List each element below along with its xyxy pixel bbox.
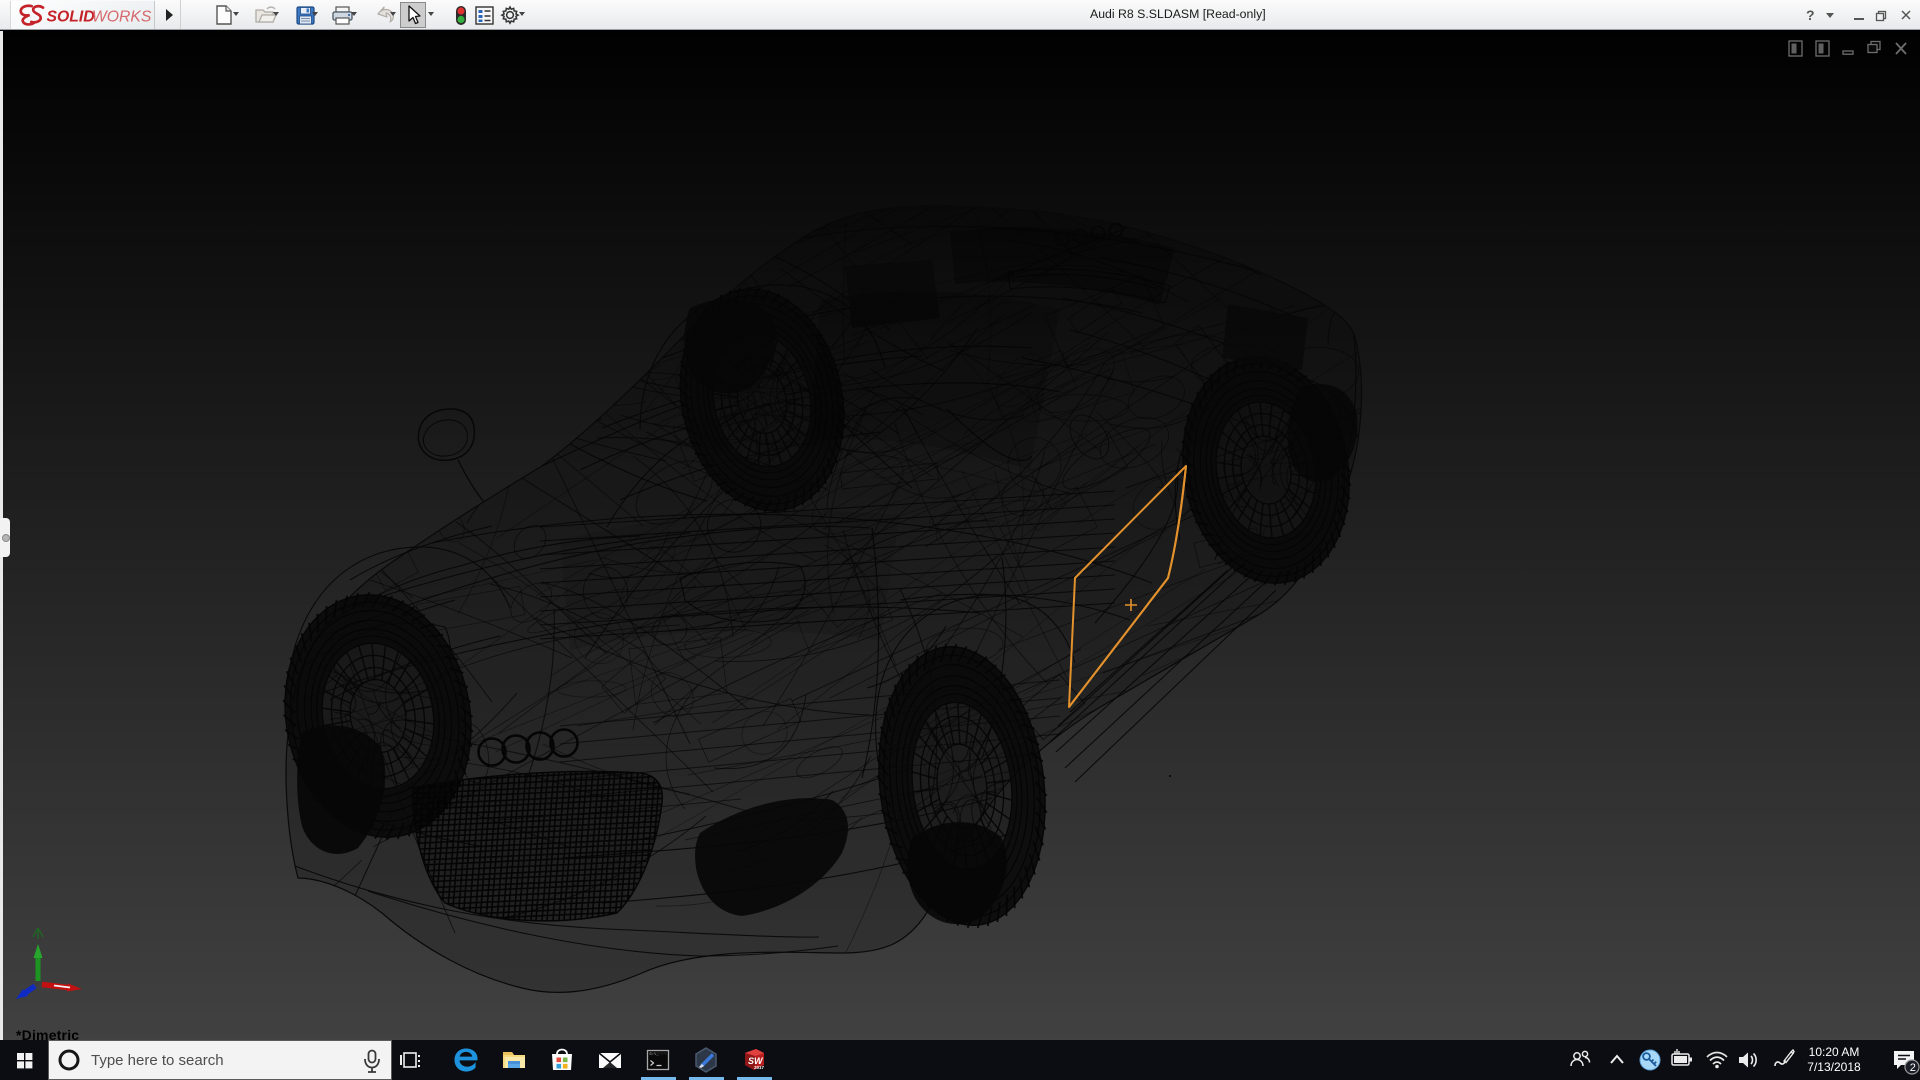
svg-text:C:\_: C:\_ bbox=[650, 1052, 660, 1057]
svg-text:2: 2 bbox=[1910, 1062, 1916, 1074]
svg-text:SOLID: SOLID bbox=[47, 8, 95, 25]
svg-text:?: ? bbox=[1806, 7, 1815, 23]
svg-text:2017: 2017 bbox=[754, 1065, 765, 1070]
svg-text:WORKS: WORKS bbox=[92, 8, 152, 25]
